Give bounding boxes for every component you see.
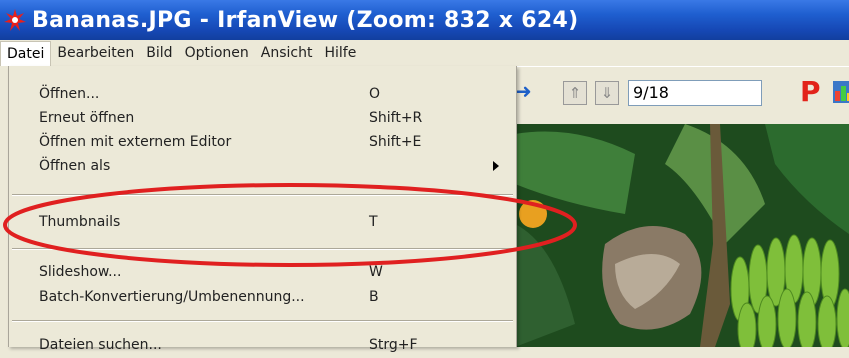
menu-item-erneut-oeffnen[interactable]: Erneut öffnen Shift+R [9,106,516,131]
print-p-icon[interactable]: P [800,75,821,108]
menu-item-label: Öffnen als [39,158,111,174]
menu-item-label: Dateien suchen... [39,337,162,353]
menu-item-shortcut: B [369,289,379,305]
move-up-icon[interactable]: ⇑ [563,81,587,105]
bananas-photo [515,124,849,347]
menu-item-oeffnen-als[interactable]: Öffnen als [9,154,516,179]
menu-item-oeffnen-mit-editor[interactable]: Öffnen mit externem Editor Shift+E [9,130,516,155]
title-bar[interactable]: Bananas.JPG - IrfanView (Zoom: 832 x 624… [0,0,849,40]
menu-item-batch-konvertierung[interactable]: Batch-Konvertierung/Umbenennung... B [9,285,516,310]
menu-bild[interactable]: Bild [140,41,178,65]
menu-hilfe[interactable]: Hilfe [318,41,362,65]
menu-separator [12,194,513,196]
menu-item-shortcut: O [369,86,381,102]
toolbar: ➜ ⇑ ⇓ 9/18 P [515,66,849,125]
submenu-arrow-icon [493,161,499,171]
menu-item-shortcut: Shift+E [369,134,422,150]
image-viewer[interactable] [515,124,849,347]
datei-dropdown-menu: Öffnen... O Erneut öffnen Shift+R Öffnen… [8,66,517,353]
menu-item-oeffnen[interactable]: Öffnen... O [9,82,516,107]
menu-optionen[interactable]: Optionen [179,41,255,65]
irfanview-icon [2,7,28,33]
menu-item-slideshow[interactable]: Slideshow... W [9,260,516,285]
menu-item-label: Thumbnails [39,214,121,230]
menu-item-shortcut: W [369,264,383,280]
menu-ansicht[interactable]: Ansicht [255,41,319,65]
menu-item-shortcut: Shift+R [369,110,423,126]
menu-datei[interactable]: Datei [0,40,52,66]
menu-bearbeiten[interactable]: Bearbeiten [51,41,140,65]
menu-item-thumbnails[interactable]: Thumbnails T [9,210,516,235]
menu-item-dateien-suchen[interactable]: Dateien suchen... Strg+F [9,333,516,358]
menu-item-label: Öffnen... [39,86,100,102]
menu-separator [12,248,513,250]
menu-item-label: Slideshow... [39,264,122,280]
menu-item-shortcut: Strg+F [369,337,418,353]
move-down-icon[interactable]: ⇓ [595,81,619,105]
window-title: Bananas.JPG - IrfanView (Zoom: 832 x 624… [32,7,579,33]
menu-separator [12,320,513,322]
menu-item-label: Erneut öffnen [39,110,135,126]
menu-item-label: Batch-Konvertierung/Umbenennung... [39,289,305,305]
next-arrow-icon[interactable]: ➜ [515,79,532,103]
page-counter-input[interactable]: 9/18 [628,80,762,106]
menu-bar: Datei Bearbeiten Bild Optionen Ansicht H… [0,40,849,66]
menu-item-shortcut: T [369,214,378,230]
chart-icon[interactable] [833,81,849,103]
menu-item-label: Öffnen mit externem Editor [39,134,232,150]
